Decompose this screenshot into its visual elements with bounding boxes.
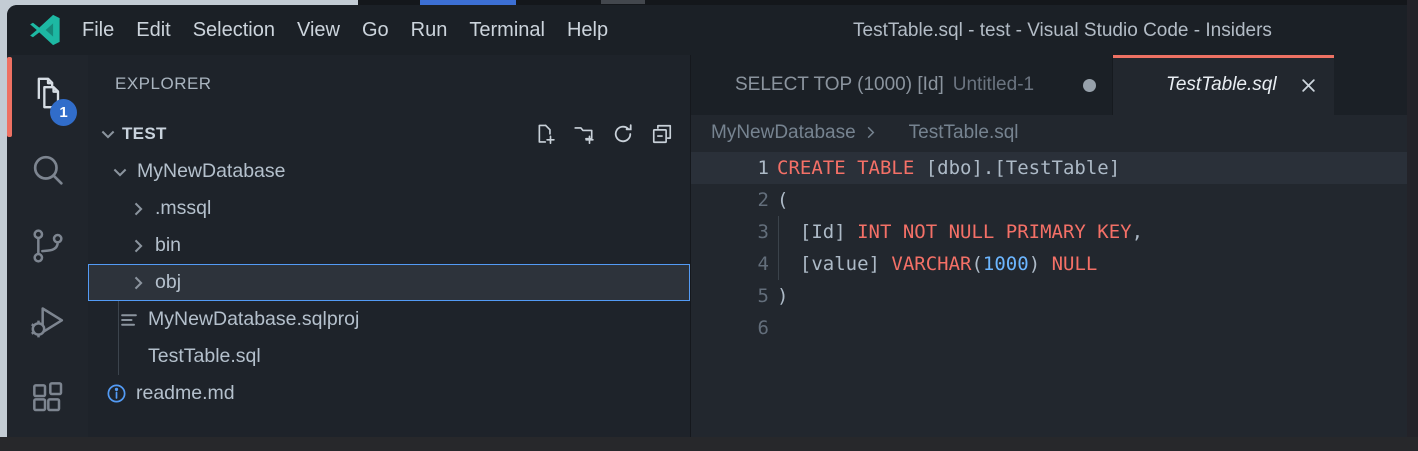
code-editor[interactable]: 1 CREATE TABLE [dbo].[TestTable] 2 ( 3 […: [691, 150, 1407, 437]
vscode-window: File Edit Selection View Go Run Terminal…: [7, 5, 1407, 437]
menu-item-view[interactable]: View: [286, 5, 351, 55]
activity-run-debug-button[interactable]: [7, 284, 88, 360]
tree-item-obj[interactable]: obj: [88, 264, 690, 301]
menu-item-go[interactable]: Go: [351, 5, 400, 55]
sqlproj-file-icon: [119, 310, 139, 330]
more-actions-icon[interactable]: [640, 73, 662, 95]
tree-item-testtable-sql[interactable]: TestTable.sql: [88, 338, 690, 375]
database-icon: [707, 76, 726, 95]
line-number: 4: [691, 253, 769, 275]
search-icon: [28, 150, 68, 190]
workspace-section-label: TEST: [122, 124, 167, 144]
code-text: CREATE TABLE [dbo].[TestTable]: [769, 157, 1120, 179]
tree-item-sqlproj[interactable]: MyNewDatabase.sqlproj: [88, 301, 690, 338]
line-number: 5: [691, 285, 769, 307]
extensions-icon: [28, 379, 68, 419]
tab-untitled-1[interactable]: SELECT TOP (1000) [Id] Untitled-1: [691, 55, 1113, 115]
code-line-3: 3 [Id] INT NOT NULL PRIMARY KEY,: [691, 216, 1407, 248]
breadcrumb: MyNewDatabase TestTable.sql: [691, 115, 1407, 150]
screenshot-root: File Edit Selection View Go Run Terminal…: [0, 0, 1418, 451]
menu-item-terminal[interactable]: Terminal: [458, 5, 556, 55]
chevron-right-icon: [128, 236, 148, 256]
menu-item-run[interactable]: Run: [400, 5, 459, 55]
title-bar: File Edit Selection View Go Run Terminal…: [7, 5, 1407, 55]
background-bottom-strip: [0, 437, 1418, 451]
chevron-right-icon: [863, 125, 878, 140]
tree-item-mynewdatabase[interactable]: MyNewDatabase: [88, 153, 690, 190]
workbench: 1: [7, 55, 1407, 437]
line-number: 2: [691, 189, 769, 211]
section-actions: [534, 123, 673, 145]
code-text: ): [769, 285, 788, 307]
code-text: [value] VARCHAR(1000) NULL: [769, 253, 1097, 275]
explorer-sidebar: EXPLORER TEST: [88, 55, 690, 437]
collapse-all-icon[interactable]: [651, 123, 673, 145]
tree-item-label: MyNewDatabase.sqlproj: [148, 308, 359, 331]
new-file-icon[interactable]: [534, 123, 556, 145]
menu-item-selection[interactable]: Selection: [182, 5, 286, 55]
menu-item-file[interactable]: File: [71, 5, 125, 55]
code-line-2: 2 (: [691, 184, 1407, 216]
chevron-down-icon: [110, 162, 130, 182]
chevron-down-icon: [98, 124, 118, 144]
chevron-right-icon: [128, 199, 148, 219]
database-icon: [119, 347, 139, 367]
activity-source-control-button[interactable]: [7, 208, 88, 284]
tab-label: SELECT TOP (1000) [Id]: [735, 74, 944, 96]
tab-testtable-sql[interactable]: TestTable.sql: [1113, 55, 1334, 115]
line-number: 1: [691, 157, 769, 179]
explorer-title: EXPLORER: [115, 74, 212, 94]
new-folder-icon[interactable]: [573, 123, 595, 145]
code-line-6: 6: [691, 312, 1407, 344]
code-line-1: 1 CREATE TABLE [dbo].[TestTable]: [691, 152, 1407, 184]
tree-item-label: obj: [155, 271, 181, 294]
tree-item-label: readme.md: [136, 382, 235, 405]
tree-item-label: TestTable.sql: [148, 345, 261, 368]
info-icon: [106, 383, 127, 404]
close-icon[interactable]: [1299, 76, 1318, 95]
refresh-icon[interactable]: [612, 123, 634, 145]
activity-extensions-button[interactable]: [7, 361, 88, 437]
menu-item-help[interactable]: Help: [556, 5, 619, 55]
git-branch-icon: [28, 226, 68, 266]
menu-item-edit[interactable]: Edit: [125, 5, 181, 55]
code-line-4: 4 [value] VARCHAR(1000) NULL: [691, 248, 1407, 280]
code-text: (: [769, 189, 788, 211]
database-icon: [885, 124, 902, 141]
line-number: 6: [691, 317, 769, 339]
database-icon: [1138, 76, 1157, 95]
explorer-pane-header: EXPLORER: [88, 69, 690, 99]
window-title: TestTable.sql - test - Visual Studio Cod…: [853, 5, 1272, 57]
tree-item-bin[interactable]: bin: [88, 227, 690, 264]
tree-item-label: bin: [155, 234, 181, 257]
tree-item-mssql[interactable]: .mssql: [88, 190, 690, 227]
code-line-5: 5 ): [691, 280, 1407, 312]
tree-item-label: .mssql: [155, 197, 211, 220]
vscode-insiders-logo-icon: [27, 12, 63, 48]
line-number: 3: [691, 221, 769, 243]
tab-description: Untitled-1: [953, 74, 1034, 96]
editor-group: SELECT TOP (1000) [Id] Untitled-1: [690, 55, 1407, 437]
breadcrumb-item-folder[interactable]: MyNewDatabase: [711, 122, 856, 144]
tree-item-readme-md[interactable]: readme.md: [88, 375, 690, 412]
chevron-right-icon: [128, 273, 148, 293]
menu-bar: File Edit Selection View Go Run Terminal…: [71, 5, 619, 55]
activity-search-button[interactable]: [7, 131, 88, 207]
unsaved-changes-dot[interactable]: [1083, 79, 1096, 92]
activity-explorer-button[interactable]: 1: [7, 55, 88, 131]
breadcrumb-item-file[interactable]: TestTable.sql: [909, 122, 1019, 144]
activity-bar: 1: [7, 55, 88, 437]
tree-item-label: MyNewDatabase: [137, 160, 285, 183]
background-window-fragment-dash: [601, 0, 645, 4]
background-right-strip: [1407, 0, 1418, 451]
explorer-badge: 1: [50, 99, 77, 126]
tab-label: TestTable.sql: [1166, 74, 1277, 96]
debug-play-bug-icon: [28, 302, 68, 342]
tab-bar: SELECT TOP (1000) [Id] Untitled-1: [691, 55, 1407, 115]
workspace-section-header[interactable]: TEST: [88, 115, 690, 153]
code-text: [Id] INT NOT NULL PRIMARY KEY,: [769, 221, 1143, 243]
file-tree: MyNewDatabase .mssql bin: [88, 153, 690, 412]
